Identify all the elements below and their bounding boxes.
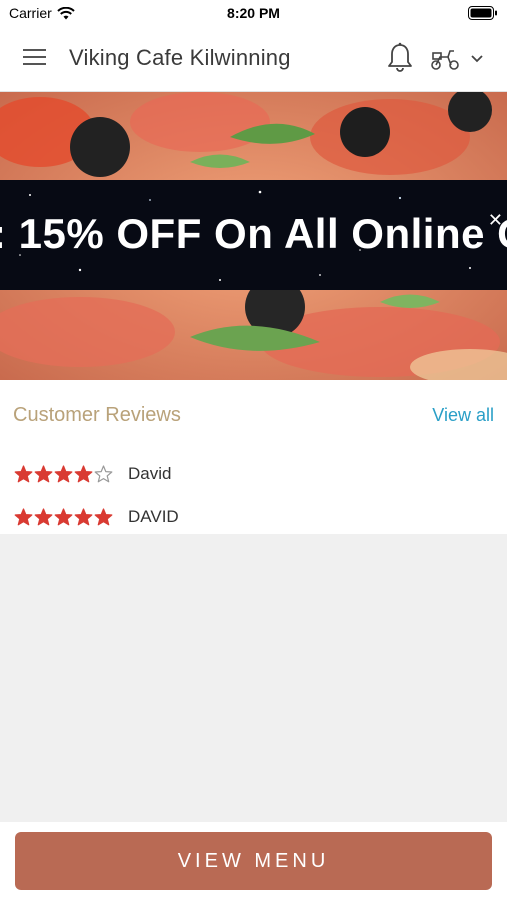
delivery-scooter-icon xyxy=(431,50,459,70)
hamburger-menu-icon[interactable] xyxy=(22,46,48,68)
promo-banner[interactable]: : 15% OFF On All Online Orders ✕ xyxy=(0,180,507,290)
star-filled-icon xyxy=(14,464,33,482)
page-title: Viking Cafe Kilwinning xyxy=(69,45,291,70)
view-all-reviews-link[interactable]: View all xyxy=(432,405,494,426)
reviewer-name: David xyxy=(128,464,172,483)
star-rating xyxy=(14,464,113,484)
star-filled-icon xyxy=(34,464,53,482)
review-item[interactable]: David xyxy=(14,462,171,486)
app-header: Viking Cafe Kilwinning xyxy=(0,26,507,92)
star-rating xyxy=(14,507,113,527)
star-filled-icon xyxy=(94,507,113,525)
view-menu-button[interactable]: VIEW MENU xyxy=(15,832,492,890)
star-filled-icon xyxy=(74,464,93,482)
promo-text: : 15% OFF On All Online Orders xyxy=(0,210,507,257)
star-filled-icon xyxy=(54,507,73,525)
review-item[interactable]: DAVID xyxy=(14,505,179,529)
bell-icon[interactable] xyxy=(386,42,414,74)
star-filled-icon xyxy=(54,464,73,482)
reviewer-name: DAVID xyxy=(128,507,179,526)
star-filled-icon xyxy=(34,507,53,525)
star-filled-icon xyxy=(74,507,93,525)
chevron-down-icon xyxy=(471,55,483,63)
delivery-mode-selector[interactable] xyxy=(430,44,490,74)
hero-banner: : 15% OFF On All Online Orders ✕ xyxy=(0,92,507,380)
customer-reviews-section: Customer Reviews View all David DAVID xyxy=(0,380,507,534)
status-time: 8:20 PM xyxy=(227,5,280,21)
star-empty-icon xyxy=(94,464,113,482)
close-icon[interactable]: ✕ xyxy=(488,210,503,231)
star-filled-icon xyxy=(14,507,33,525)
status-bar: Carrier 8:20 PM xyxy=(0,0,507,26)
battery-icon xyxy=(468,6,498,23)
reviews-title: Customer Reviews xyxy=(13,404,181,426)
bottom-action-bar: VIEW MENU xyxy=(0,822,507,900)
